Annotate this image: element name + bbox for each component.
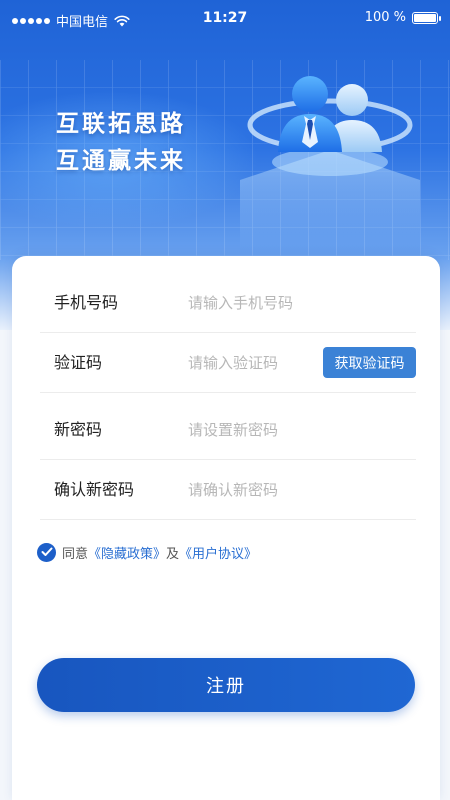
confirm-password-label: 确认新密码 (54, 480, 135, 499)
phone-label: 手机号码 (54, 293, 119, 312)
slogan-line-1: 互联拓思路 (56, 111, 186, 137)
status-bar: 中国电信 11:27 100 % (0, 0, 450, 38)
slogan-line-2: 互通赢未来 (56, 148, 186, 174)
users-illustration-icon (240, 76, 420, 250)
privacy-policy-link[interactable]: 《隐藏政策》 (88, 543, 166, 562)
agreement-checkbox[interactable] (37, 542, 56, 562)
confirm-password-input[interactable] (188, 474, 338, 506)
code-input[interactable] (188, 347, 338, 379)
code-row: 验证码 获取验证码 (40, 333, 416, 393)
register-button[interactable]: 注册 (37, 658, 415, 712)
phone-row: 手机号码 (40, 273, 416, 333)
battery-icon (412, 11, 441, 24)
user-agreement-link[interactable]: 《用户协议》 (179, 543, 257, 562)
confirm-password-row: 确认新密码 (40, 460, 416, 520)
checkmark-icon (41, 547, 52, 556)
agreement-prefix: 同意 (62, 546, 89, 562)
password-row: 新密码 (40, 400, 416, 460)
agreement-conjunction: 及 (166, 546, 180, 562)
get-code-button[interactable]: 获取验证码 (323, 347, 416, 378)
battery-percent: 100 % (364, 10, 406, 25)
phone-input[interactable] (188, 287, 338, 319)
password-label: 新密码 (54, 420, 103, 439)
password-input[interactable] (188, 414, 338, 446)
agreement-row: 同意 《隐藏政策》 及 《用户协议》 (37, 542, 257, 562)
banner-slogan: 互联拓思路 互通赢未来 (56, 106, 186, 180)
register-form-card: 手机号码 验证码 获取验证码 新密码 确认新密码 同意 《隐藏政策》 及 《用户… (12, 256, 440, 800)
code-label: 验证码 (54, 353, 103, 372)
